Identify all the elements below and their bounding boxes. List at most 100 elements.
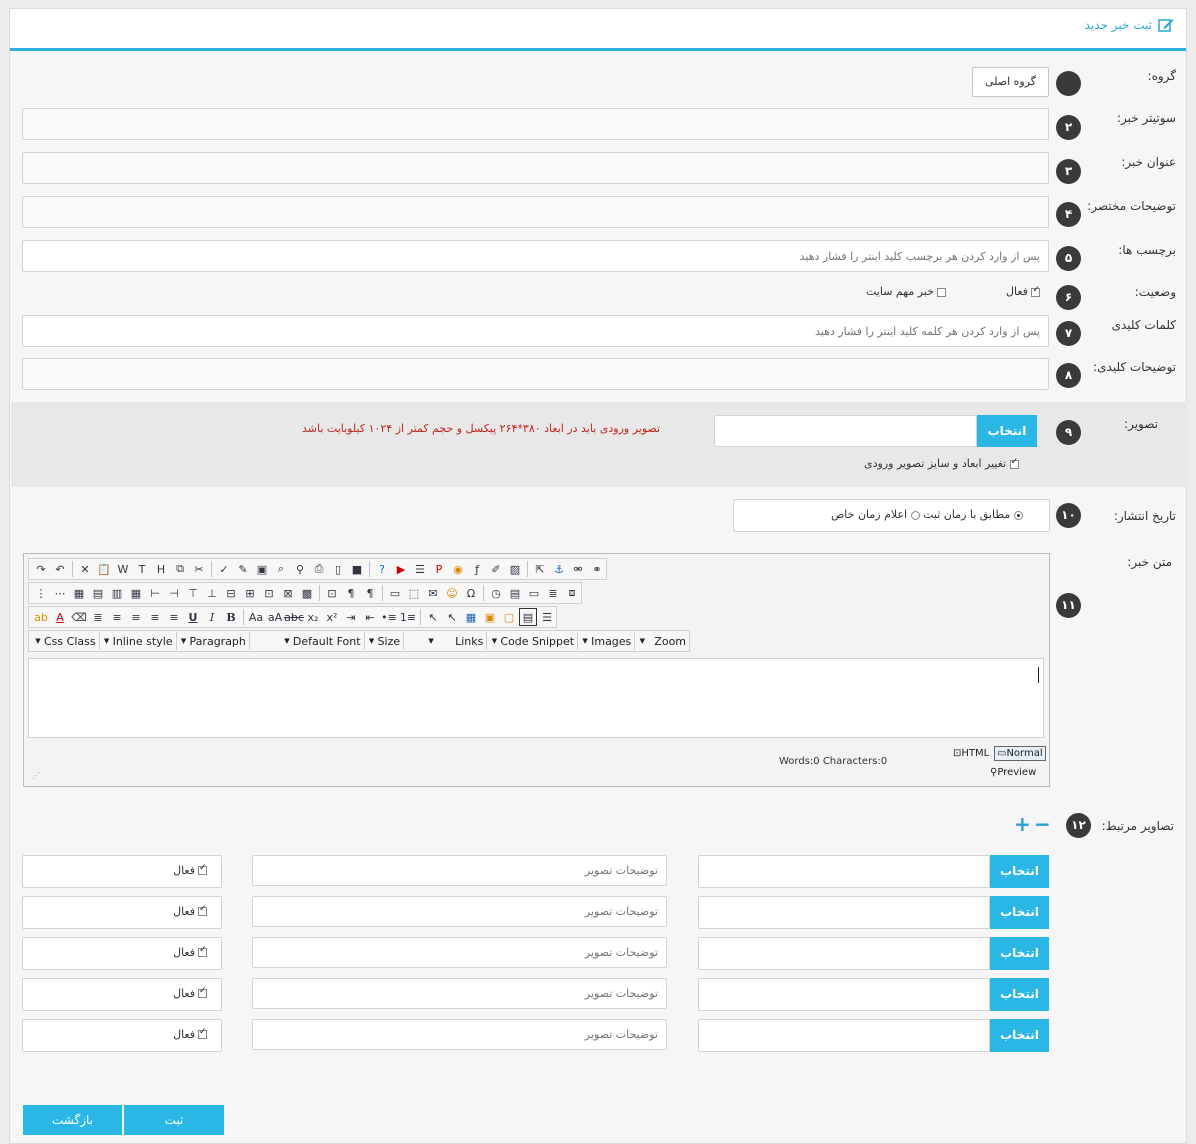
related-active-checkbox[interactable] [198, 1027, 207, 1039]
important-checkbox[interactable] [937, 287, 947, 297]
related-choose-button[interactable]: انتخاب [990, 1019, 1049, 1052]
related-desc-input[interactable] [252, 896, 667, 927]
related-choose-button[interactable]: انتخاب [990, 937, 1049, 970]
add-row-button[interactable]: + [1014, 812, 1031, 836]
cut-icon[interactable]: ✂ [190, 560, 208, 578]
find-replace-icon[interactable]: ⚲ [291, 560, 309, 578]
superscript-icon[interactable]: x² [323, 608, 341, 626]
css-class-dropdown[interactable]: ▼ Css Class [32, 632, 100, 650]
find-icon[interactable]: ⌕ [272, 560, 290, 578]
copy-icon[interactable]: ⧉ [171, 560, 189, 578]
inline-style-dropdown[interactable]: ▼ Inline style [101, 632, 177, 650]
links-dropdown[interactable]: ▼ Links [405, 632, 488, 650]
submit-button[interactable]: ثبت [124, 1105, 224, 1135]
paste-icon[interactable]: 📋 [95, 560, 113, 578]
image-path-input[interactable] [714, 415, 977, 447]
link-icon[interactable]: ⚭ [588, 560, 606, 578]
related-active-checkbox[interactable] [198, 904, 207, 916]
insert-row-above-icon[interactable]: ⊤ [184, 584, 202, 602]
edit-image-icon[interactable]: ✐ [487, 560, 505, 578]
select-icon[interactable]: ⇱ [531, 560, 549, 578]
outdent-icon[interactable]: ⇤ [361, 608, 379, 626]
delete-row-icon[interactable]: ⊞ [241, 584, 259, 602]
editor-content-area[interactable] [28, 658, 1044, 738]
paste-word-icon[interactable]: W [114, 560, 132, 578]
related-desc-input[interactable] [252, 1019, 667, 1050]
date-icon[interactable]: ▤ [506, 584, 524, 602]
media-icon[interactable]: ◉ [449, 560, 467, 578]
active-option[interactable]: فعال [1006, 285, 1041, 298]
keywords-input[interactable] [22, 315, 1049, 347]
paste-text-icon[interactable]: T [133, 560, 151, 578]
youtube-icon[interactable]: ▶ [392, 560, 410, 578]
delete-col-icon[interactable]: ⊟ [222, 584, 240, 602]
size-dropdown[interactable]: ▼ Size [366, 632, 405, 650]
special-char-icon[interactable]: Ω [462, 584, 480, 602]
paragraph-icon[interactable]: ☰ [538, 608, 556, 626]
table-grid-icon[interactable]: ▦ [127, 584, 145, 602]
related-choose-button[interactable]: انتخاب [990, 855, 1049, 888]
justify-full-icon[interactable]: ≡ [108, 608, 126, 626]
spellcheck-icon[interactable]: ✓ [215, 560, 233, 578]
publish-now-radio[interactable] [1013, 510, 1023, 520]
uppercase-icon[interactable]: Aa [247, 608, 265, 626]
image-choose-button[interactable]: انتخاب [977, 415, 1037, 447]
publish-custom-radio[interactable] [910, 510, 920, 520]
active-checkbox[interactable] [1031, 285, 1041, 297]
related-active-checkbox[interactable] [198, 945, 207, 957]
redo-icon[interactable]: ↷ [32, 560, 50, 578]
rtl-icon[interactable]: ¶ [361, 584, 379, 602]
cell-properties-icon[interactable]: ▩ [298, 584, 316, 602]
indent-icon[interactable]: ⇥ [342, 608, 360, 626]
resize-checkbox[interactable] [1009, 457, 1019, 469]
pointer-icon[interactable]: ↖ [424, 608, 442, 626]
form-icon[interactable]: ▣ [253, 560, 271, 578]
unlink-icon[interactable]: ⚮ [569, 560, 587, 578]
related-desc-input[interactable] [252, 978, 667, 1009]
related-path-input[interactable] [698, 1019, 990, 1052]
fullscreen-icon[interactable]: ⧈ [563, 584, 581, 602]
tags-input[interactable] [22, 240, 1049, 272]
summary-input[interactable] [22, 196, 1049, 228]
bring-forward-icon[interactable]: ▣ [481, 608, 499, 626]
bold-icon[interactable]: B [222, 608, 240, 626]
delete-icon[interactable]: ✕ [76, 560, 94, 578]
related-desc-input[interactable] [252, 855, 667, 886]
print-icon[interactable]: ⎙ [310, 560, 328, 578]
italic-icon[interactable]: I [203, 608, 221, 626]
subtitle-input[interactable] [22, 108, 1049, 140]
html-mode-button[interactable]: ⊡HTML [953, 748, 989, 759]
highlight-icon[interactable]: ab [32, 608, 50, 626]
template-icon[interactable]: ☰ [411, 560, 429, 578]
align-right-icon[interactable]: ≡ [127, 608, 145, 626]
lowercase-icon[interactable]: aA [266, 608, 284, 626]
undo-icon[interactable]: ↶ [51, 560, 69, 578]
numbered-list-icon[interactable]: 1≡ [399, 608, 417, 626]
layer-icon[interactable]: ⬚ [405, 584, 423, 602]
new-doc-icon[interactable]: ▯ [329, 560, 347, 578]
related-desc-input[interactable] [252, 937, 667, 968]
related-choose-button[interactable]: انتخاب [990, 978, 1049, 1011]
table-vertical-icon[interactable]: ⋮ [32, 584, 50, 602]
keydesc-input[interactable] [22, 358, 1049, 390]
related-active-checkbox[interactable] [198, 986, 207, 998]
send-backward-icon[interactable]: ▢ [500, 608, 518, 626]
emoticon-icon[interactable]: ☺ [443, 584, 461, 602]
cleanup-icon[interactable]: ✎ [234, 560, 252, 578]
preview-mode-button[interactable]: ⚲Preview [990, 767, 1036, 778]
anchor-icon[interactable]: ⚓ [550, 560, 568, 578]
zoom-dropdown[interactable]: ▼ Zoom [636, 632, 689, 650]
image-icon[interactable]: ▨ [506, 560, 524, 578]
insert-table-icon[interactable]: ▦ [70, 584, 88, 602]
subscript-icon[interactable]: x₂ [304, 608, 322, 626]
title-input[interactable] [22, 152, 1049, 184]
split-cells-icon[interactable]: ⊠ [279, 584, 297, 602]
font-dropdown[interactable]: ▼ Default Font [251, 632, 365, 650]
font-color-icon[interactable]: A [51, 608, 69, 626]
table-properties-icon[interactable]: ▤ [89, 584, 107, 602]
strikethrough-icon[interactable]: abc [284, 608, 304, 626]
normal-mode-button[interactable]: ▭Normal [994, 746, 1046, 761]
help-icon[interactable]: ? [373, 560, 391, 578]
resize-grip-icon[interactable]: ⋰ [32, 771, 40, 780]
page-break-icon[interactable]: ≣ [544, 584, 562, 602]
